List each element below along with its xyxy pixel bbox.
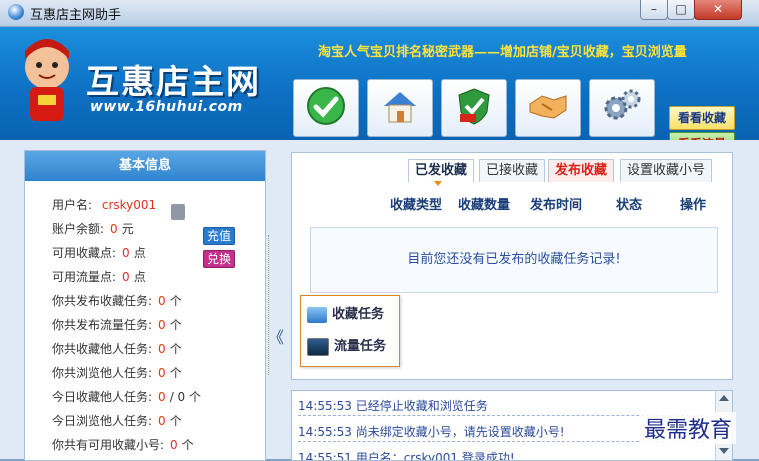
- gears-icon: [604, 89, 641, 120]
- col-fav-count: 收藏数量: [458, 198, 511, 213]
- task-type-dropdown: 收藏任务 流量任务: [300, 295, 400, 367]
- tab-set-accounts[interactable]: 设置收藏小号: [620, 159, 713, 182]
- info-row-published-fav: 你共发布收藏任务: 0 个: [52, 294, 182, 308]
- folder-icon: [307, 306, 327, 323]
- brand-url: www.16huhui.com: [90, 99, 243, 115]
- info-row-fav-points: 可用收藏点: 0 点: [52, 246, 146, 260]
- info-row-today-browse: 今日浏览他人任务: 0 个: [52, 414, 182, 428]
- window-title: 互惠店主网助手: [30, 8, 122, 23]
- maximize-button[interactable]: □: [667, 0, 695, 20]
- scroll-down-icon[interactable]: [719, 448, 729, 454]
- header-banner: 互惠店主网 www.16huhui.com 淘宝人气宝贝排名秘密武器——增加店铺…: [0, 27, 759, 156]
- col-actions: 操作: [680, 198, 707, 213]
- info-row-today-fav: 今日收藏他人任务: 0/ 0 个: [52, 390, 201, 404]
- minimize-button[interactable]: –: [640, 0, 668, 20]
- tool-home[interactable]: [367, 79, 433, 137]
- basic-info-panel: 基本信息 用户名: crsky001 账户余额: 0 元 可用收藏点: 0 点 可用流量…: [24, 150, 266, 461]
- scroll-up-icon[interactable]: [719, 395, 729, 401]
- tab-publish-fav[interactable]: 发布收藏: [548, 159, 615, 182]
- watermark: 最需教育: [640, 412, 737, 444]
- tool-gears[interactable]: [589, 79, 655, 137]
- col-status: 状态: [616, 198, 643, 213]
- view-favorites-button[interactable]: 看看收藏: [669, 106, 735, 130]
- app-logo-icon: [8, 4, 24, 20]
- info-row-browse-others: 你共浏览他人任务: 0 个: [52, 366, 182, 380]
- tab-published-fav[interactable]: 已发收藏: [408, 159, 475, 182]
- col-fav-type: 收藏类型: [390, 198, 443, 213]
- info-row-accounts: 你共有可用收藏小号: 0 个: [52, 438, 194, 452]
- recharge-button[interactable]: 充值: [203, 227, 235, 245]
- dropdown-item-traffic-task[interactable]: 流量任务: [307, 334, 395, 360]
- tool-check[interactable]: [293, 79, 359, 137]
- basic-info-title: 基本信息: [25, 151, 265, 181]
- mascot-logo-icon: [25, 39, 69, 121]
- close-button[interactable]: ✕: [694, 0, 742, 20]
- info-row-traffic-points: 可用流量点: 0 点: [52, 270, 146, 284]
- col-publish-time: 发布时间: [530, 198, 583, 213]
- monitor-icon: [307, 337, 329, 356]
- username-value: crsky001: [101, 198, 157, 212]
- tool-vip[interactable]: [441, 79, 507, 137]
- brand-title: 互惠店主网: [86, 62, 261, 101]
- slogan: 淘宝人气宝贝排名秘密武器——增加店铺/宝贝收藏，宝贝浏览量: [318, 45, 687, 60]
- log-line: 14:55:53 尚未绑定收藏小号，请先设置收藏小号!: [298, 425, 565, 439]
- log-line: 14:55:51 用户名：crsky001 登录成功!: [298, 451, 515, 461]
- check-icon: [307, 87, 345, 125]
- panel-divider: [268, 235, 279, 375]
- tool-handshake[interactable]: [515, 79, 581, 137]
- exchange-button[interactable]: 兑换: [203, 250, 235, 268]
- info-row-published-traffic: 你共发布流量任务: 0 个: [52, 318, 182, 332]
- info-row-balance: 账户余额: 0 元: [52, 222, 134, 236]
- collapse-sidebar-button[interactable]: 《: [268, 324, 284, 348]
- home-icon: [384, 92, 416, 123]
- active-tab-indicator: [434, 181, 442, 186]
- title-bar: 互惠店主网助手 – □ ✕: [0, 0, 759, 27]
- vip-shield-icon: [458, 88, 490, 125]
- dropdown-item-fav-task[interactable]: 收藏任务: [307, 302, 395, 328]
- user-settings-icon[interactable]: [171, 204, 185, 220]
- tab-accepted-fav[interactable]: 已接收藏: [479, 159, 546, 182]
- log-line: 14:55:53 已经停止收藏和浏览任务: [298, 399, 488, 413]
- empty-message: 目前您还没有已发布的收藏任务记录!: [310, 227, 718, 293]
- username-row: 用户名: crsky001: [52, 196, 156, 213]
- username-label: 用户名:: [52, 198, 93, 212]
- handshake-icon: [529, 95, 567, 119]
- info-row-fav-others: 你共收藏他人任务: 0 个: [52, 342, 182, 356]
